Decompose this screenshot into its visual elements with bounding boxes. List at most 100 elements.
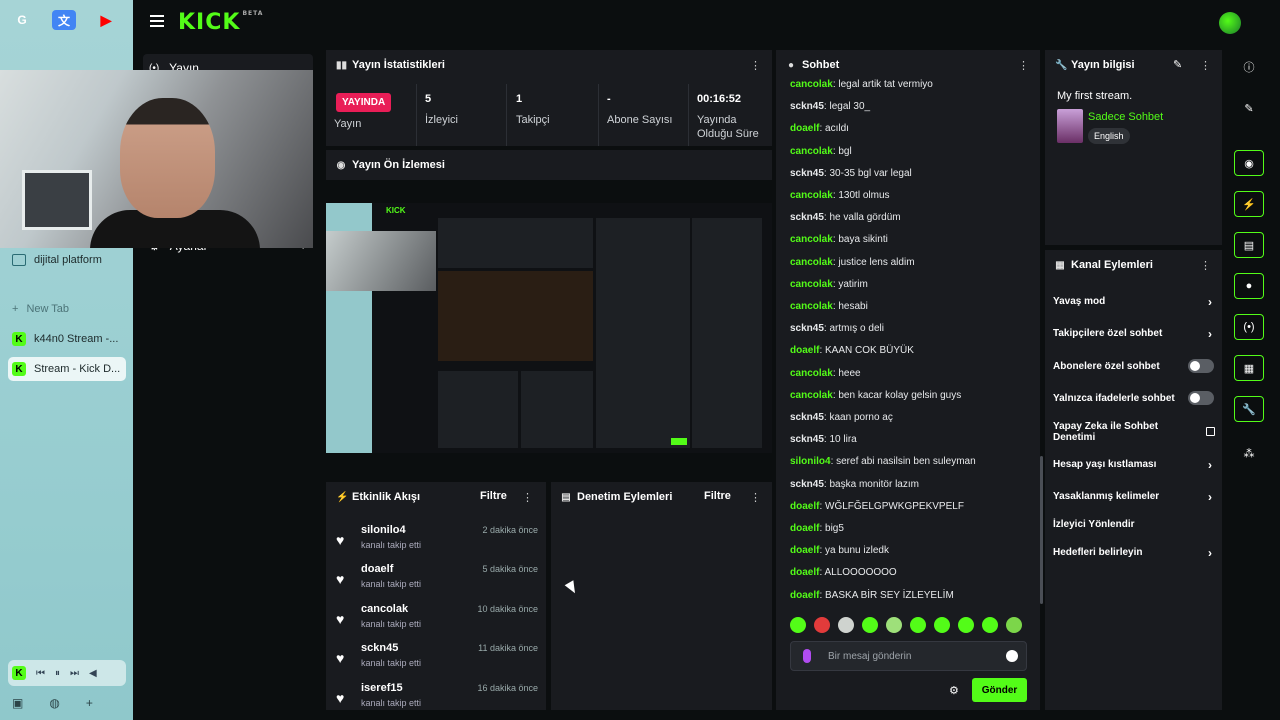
kick-logo[interactable]: KICK BETA bbox=[178, 10, 263, 35]
category-link[interactable]: Sadece Sohbet bbox=[1088, 111, 1163, 123]
emote-icon[interactable] bbox=[886, 617, 902, 633]
emote-icon[interactable] bbox=[934, 617, 950, 633]
chat-username[interactable]: cancolak bbox=[790, 390, 833, 401]
emotes-only-toggle[interactable] bbox=[1188, 391, 1214, 405]
bolt-toggle-icon[interactable]: ⚡ bbox=[1234, 191, 1264, 217]
broadcast-toggle-icon[interactable]: (•) bbox=[1234, 314, 1264, 340]
chat-username[interactable]: sckn45 bbox=[790, 412, 824, 423]
chat-username[interactable]: silonilo4 bbox=[790, 456, 831, 467]
emote-icon[interactable] bbox=[862, 617, 878, 633]
panel-title: Sohbet bbox=[802, 59, 840, 71]
chat-username[interactable]: doaelf bbox=[790, 545, 819, 556]
gear-icon[interactable]: ⚙ bbox=[949, 684, 959, 697]
previous-icon[interactable]: ⏮ bbox=[36, 668, 45, 679]
username[interactable]: sckn45 bbox=[361, 642, 398, 654]
emote-icon[interactable] bbox=[790, 617, 806, 633]
menu-icon[interactable] bbox=[150, 15, 164, 27]
action-followers-only[interactable]: Takipçilere özel sohbet › bbox=[1053, 327, 1218, 341]
chat-username[interactable]: cancolak bbox=[790, 79, 833, 90]
edit-icon[interactable]: ✎ bbox=[1234, 95, 1264, 121]
action-banned-words[interactable]: Yasaklanmış kelimeler › bbox=[1053, 490, 1218, 504]
pause-icon[interactable]: ⏸ bbox=[55, 668, 60, 679]
category-thumbnail[interactable] bbox=[1057, 109, 1083, 143]
chat-toggle-icon[interactable]: ● bbox=[1234, 273, 1264, 299]
more-icon[interactable]: ⋮ bbox=[1018, 59, 1029, 72]
chat-username[interactable]: cancolak bbox=[790, 190, 833, 201]
chat-username[interactable]: doaelf bbox=[790, 590, 819, 601]
chat-username[interactable]: sckn45 bbox=[790, 479, 824, 490]
chat-message: cancolak: legal artik tat vermiyo bbox=[790, 79, 933, 90]
pencil-icon[interactable]: ✎ bbox=[1173, 58, 1182, 71]
action-set-goals[interactable]: Hedefleri belirleyin › bbox=[1053, 546, 1218, 560]
chat-username[interactable]: sckn45 bbox=[790, 101, 824, 112]
subscribers-only-toggle[interactable] bbox=[1188, 359, 1214, 373]
action-account-age[interactable]: Hesap yaşı kıstlaması › bbox=[1053, 458, 1218, 472]
chat-username[interactable]: cancolak bbox=[790, 279, 833, 290]
filter-button[interactable]: Filtre bbox=[704, 490, 731, 502]
emote-icon[interactable] bbox=[814, 617, 830, 633]
chat-username[interactable]: doaelf bbox=[790, 501, 819, 512]
layout-icon[interactable]: ⁂ bbox=[1234, 440, 1264, 466]
youtube-icon[interactable]: ▶ bbox=[94, 10, 118, 30]
next-icon[interactable]: ⏭ bbox=[70, 668, 79, 679]
chat-username[interactable]: cancolak bbox=[790, 368, 833, 379]
gift-icon[interactable]: ▣ bbox=[12, 696, 23, 710]
preview-toggle-icon[interactable]: ◉ bbox=[1234, 150, 1264, 176]
volume-icon[interactable]: ◀ bbox=[89, 668, 97, 679]
chat-username[interactable]: cancolak bbox=[790, 146, 833, 157]
action-ai-moderation[interactable]: Yapay Zeka ile Sohbet Denetimi bbox=[1053, 421, 1215, 443]
emote-icon[interactable] bbox=[958, 617, 974, 633]
translate-icon[interactable]: 文 bbox=[52, 10, 76, 30]
wrench-toggle-icon[interactable]: 🔧 bbox=[1234, 396, 1264, 422]
add-icon[interactable]: + bbox=[86, 696, 93, 710]
info-icon[interactable]: ⓘ bbox=[1234, 54, 1264, 80]
send-button[interactable]: Gönder bbox=[972, 678, 1027, 702]
more-icon[interactable]: ⋮ bbox=[522, 491, 533, 504]
chat-username[interactable]: doaelf bbox=[790, 567, 819, 578]
sliders-toggle-icon[interactable]: ▦ bbox=[1234, 355, 1264, 381]
document-toggle-icon[interactable]: ▤ bbox=[1234, 232, 1264, 258]
chat-username[interactable]: doaelf bbox=[790, 123, 819, 134]
chat-username[interactable]: cancolak bbox=[790, 257, 833, 268]
action-slow-mode[interactable]: Yavaş mod › bbox=[1053, 295, 1218, 309]
more-icon[interactable]: ⋮ bbox=[1200, 59, 1211, 72]
more-icon[interactable]: ⋮ bbox=[1200, 259, 1211, 272]
chat-username[interactable]: sckn45 bbox=[790, 212, 824, 223]
chat-username[interactable]: sckn45 bbox=[790, 168, 824, 179]
emote-icon[interactable] bbox=[838, 617, 854, 633]
google-icon[interactable]: G bbox=[10, 10, 34, 30]
avatar[interactable] bbox=[1219, 12, 1241, 34]
stream-preview[interactable]: KICK bbox=[326, 203, 772, 453]
chat-username[interactable]: cancolak bbox=[790, 301, 833, 312]
chat-text: bgl bbox=[838, 145, 852, 157]
chat-username[interactable]: cancolak bbox=[790, 234, 833, 245]
username[interactable]: iseref15 bbox=[361, 682, 403, 694]
emote-icon[interactable] bbox=[1006, 617, 1022, 633]
tab-kick-dashboard[interactable]: K Stream - Kick D... bbox=[8, 357, 126, 381]
tab-k44n0-stream[interactable]: K k44n0 Stream -... bbox=[8, 327, 126, 351]
globe-icon[interactable]: ◍ bbox=[49, 696, 59, 710]
chat-input[interactable]: Bir mesaj gönderin bbox=[790, 641, 1027, 671]
new-tab-button[interactable]: + New Tab bbox=[8, 297, 126, 321]
username[interactable]: silonilo4 bbox=[361, 524, 406, 536]
chat-username[interactable]: doaelf bbox=[790, 345, 819, 356]
action-label: İzleyici Yönlendir bbox=[1053, 519, 1135, 530]
username[interactable]: cancolak bbox=[361, 603, 408, 615]
more-icon[interactable]: ⋮ bbox=[750, 491, 761, 504]
microphone-icon[interactable] bbox=[803, 649, 811, 663]
more-icon[interactable]: ⋮ bbox=[750, 59, 761, 72]
chat-username[interactable]: doaelf bbox=[790, 523, 819, 534]
emoji-icon[interactable] bbox=[1006, 650, 1018, 662]
filter-button[interactable]: Filtre bbox=[480, 490, 507, 502]
action-host-channel[interactable]: İzleyici Yönlendir bbox=[1053, 519, 1218, 530]
viewers-value: 5 bbox=[425, 93, 432, 105]
username[interactable]: doaelf bbox=[361, 563, 393, 575]
emote-icon[interactable] bbox=[910, 617, 926, 633]
emote-icon[interactable] bbox=[982, 617, 998, 633]
chat-username[interactable]: sckn45 bbox=[790, 323, 824, 334]
chat-scrollbar[interactable] bbox=[1040, 456, 1043, 604]
chat-text: 10 lira bbox=[829, 434, 857, 446]
tab-dijital-platform[interactable]: dijital platform bbox=[8, 248, 126, 272]
chat-username[interactable]: sckn45 bbox=[790, 434, 824, 445]
chat-message: sckn45: artmış o deli bbox=[790, 323, 884, 334]
